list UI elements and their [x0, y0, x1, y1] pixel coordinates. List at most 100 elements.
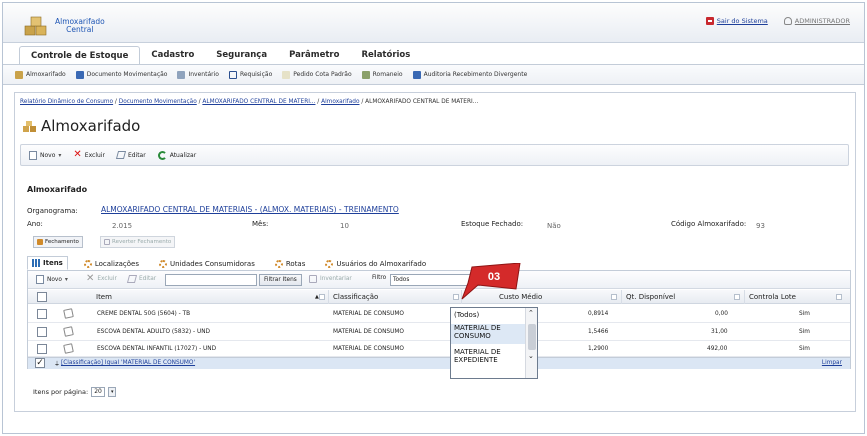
submenu-pedido-cota[interactable]: Pedido Cota Padrão [282, 70, 352, 79]
grid-new-button[interactable]: Novo ▾ [36, 275, 68, 284]
col-controla-lote[interactable]: Controla Lote [744, 290, 850, 304]
main-toolbar: Novo ▾ ✕ Excluir Editar Atualizar [20, 144, 849, 166]
menu-controle-estoque[interactable]: Controle de Estoque [19, 46, 141, 64]
active-filter-bar: ✓ ⏚ [Classificação] Igual 'MATERIAL DE C… [28, 357, 850, 369]
table-row[interactable]: ESCOVA DENTAL INFANTIL (17027) - UND MAT… [28, 341, 850, 357]
chevron-down-icon[interactable]: ▾ [108, 387, 117, 397]
user-link[interactable]: ADMINISTRADOR [783, 17, 850, 25]
inventory-button[interactable]: Inventariar [309, 275, 352, 283]
menu-relatorios[interactable]: Relatórios [350, 46, 421, 64]
scroll-thumb[interactable] [528, 324, 536, 350]
item-search-input[interactable] [165, 274, 257, 286]
refresh-button[interactable]: Atualizar [157, 150, 197, 160]
new-document-icon [29, 150, 37, 160]
edit-row-icon[interactable] [63, 326, 74, 337]
logout-link[interactable]: Sair do Sistema [705, 17, 768, 25]
clear-filter-link[interactable]: Limpar [822, 360, 842, 366]
inventory-label: Inventariar [320, 276, 352, 282]
app-header: Almoxarifado Central Sair do Sistema ADM… [3, 3, 864, 43]
tab-unidades-consumidoras[interactable]: Unidades Consumidoras [155, 258, 259, 270]
grid-delete-button[interactable]: ✕ Excluir [86, 273, 117, 284]
filter-expression-link[interactable]: [Classificação] Igual 'MATERIAL DE CONSU… [61, 360, 195, 366]
submenu-almoxarifado[interactable]: Almoxarifado [15, 70, 66, 79]
scroll-up-icon[interactable]: ⌃ [528, 309, 534, 317]
revert-close-button[interactable]: Reverter Fechamento [100, 236, 176, 248]
delete-label: Excluir [84, 151, 105, 159]
submenu-label: Documento Movimentação [86, 71, 168, 78]
row-checkbox[interactable] [37, 309, 47, 319]
edit-icon [115, 151, 127, 159]
breadcrumb-link[interactable]: Documento Movimentação [119, 99, 197, 105]
col-qt-disponivel[interactable]: Qt. Disponível [621, 290, 744, 304]
tab-bar: Itens Localizações Unidades Consumidoras… [27, 256, 430, 270]
breadcrumb-link[interactable]: ALMOXARIFADO CENTRAL DE MATERI... [202, 99, 315, 105]
table-row[interactable]: CREME DENTAL 50G (5604) - TB MATERIAL DE… [28, 305, 850, 323]
column-menu-icon[interactable] [836, 294, 842, 300]
page-size-input[interactable]: 20 [91, 387, 106, 397]
row-checkbox[interactable] [37, 344, 47, 354]
edit-button[interactable]: Editar [115, 151, 146, 159]
dropdown-option-todos[interactable]: (Todos) [451, 311, 526, 319]
grid-delete-label: Excluir [97, 276, 117, 282]
delete-button[interactable]: ✕ Excluir [73, 149, 105, 160]
romaneio-icon [361, 70, 370, 79]
tab-itens[interactable]: Itens [27, 256, 68, 270]
row-checkbox[interactable] [37, 327, 47, 337]
scroll-down-icon[interactable]: ⌄ [528, 352, 534, 360]
edit-row-icon[interactable] [63, 308, 74, 319]
filter-enabled-checkbox[interactable]: ✓ [35, 358, 45, 368]
org-link[interactable]: ALMOXARIFADO CENTRAL DE MATERIAIS - (ALM… [101, 205, 399, 214]
close-period-button[interactable]: Fechamento [33, 236, 83, 248]
tab-usuarios[interactable]: Usuários do Almoxarifado [321, 258, 430, 270]
cell-item: ESCOVA DENTAL ADULTO (5832) - UND [97, 329, 210, 335]
chevron-down-icon: ▾ [58, 151, 62, 159]
col-classificacao[interactable]: Classificação [328, 290, 461, 304]
select-all-checkbox[interactable] [37, 292, 47, 302]
refresh-label: Atualizar [169, 151, 197, 159]
tab-label: Rotas [285, 260, 306, 268]
submenu-label: Requisição [239, 71, 273, 78]
column-menu-icon[interactable] [734, 294, 740, 300]
menu-seguranca[interactable]: Segurança [205, 46, 278, 64]
tab-rotas[interactable]: Rotas [271, 258, 310, 270]
app-logo-text: Almoxarifado Central [55, 18, 105, 34]
breadcrumb-link[interactable]: Almoxarifado [321, 99, 359, 105]
delete-x-icon: ✕ [86, 273, 95, 284]
grid-toolbar: Novo ▾ ✕ Excluir Editar Filtrar Itens In… [28, 271, 850, 289]
menu-cadastro[interactable]: Cadastro [140, 46, 205, 64]
dropdown-scrollbar[interactable]: ⌃ ⌄ [525, 308, 537, 378]
dropdown-option-expediente[interactable]: MATERIAL DE EXPEDIENTE [451, 348, 526, 364]
dropdown-option-consumo[interactable]: MATERIAL DE CONSUMO [451, 324, 526, 344]
exit-icon [705, 17, 714, 25]
boxes-logo-icon [24, 16, 47, 36]
breadcrumb-link[interactable]: Relatório Dinâmico de Consumo [20, 99, 113, 105]
submenu-requisicao[interactable]: Requisição [228, 70, 273, 79]
month-value: 10 [340, 222, 349, 230]
edit-row-icon[interactable] [63, 343, 74, 354]
tab-localizacoes[interactable]: Localizações [80, 258, 143, 270]
menu-parametro[interactable]: Parâmetro [278, 46, 350, 64]
submenu-romaneio[interactable]: Romaneio [361, 70, 403, 79]
submenu-inventario[interactable]: Inventário [177, 70, 219, 79]
tab-label: Itens [43, 259, 63, 267]
gear-icon [274, 260, 283, 268]
delete-x-icon: ✕ [73, 149, 82, 160]
column-menu-icon[interactable] [611, 294, 617, 300]
table-row[interactable]: ESCOVA DENTAL ADULTO (5832) - UND MATERI… [28, 323, 850, 341]
top-links: Sair do Sistema ADMINISTRADOR [705, 17, 850, 25]
code-value: 93 [756, 222, 765, 230]
submenu-documento-movimentacao[interactable]: Documento Movimentação [75, 70, 168, 79]
filter-items-button[interactable]: Filtrar Itens [259, 274, 302, 286]
cell-classificacao: MATERIAL DE CONSUMO [333, 329, 404, 335]
grid-edit-button[interactable]: Editar [126, 275, 156, 283]
cell-lote: Sim [799, 311, 810, 317]
submenu-bar: Almoxarifado Documento Movimentação Inve… [3, 64, 864, 85]
col-item[interactable]: Item [92, 290, 327, 304]
tab-label: Localizações [94, 260, 139, 268]
content-panel: Relatório Dinâmico de Consumo / Document… [14, 92, 856, 412]
column-menu-icon[interactable] [319, 294, 325, 300]
table-header: Item ▲ Classificação Custo Médio Qt. Dis… [28, 290, 850, 304]
breadcrumb-current: ALMOXARIFADO CENTRAL DE MATERI... [365, 99, 479, 105]
submenu-auditoria[interactable]: Auditoria Recebimento Divergente [412, 70, 527, 79]
new-button[interactable]: Novo ▾ [29, 150, 62, 160]
